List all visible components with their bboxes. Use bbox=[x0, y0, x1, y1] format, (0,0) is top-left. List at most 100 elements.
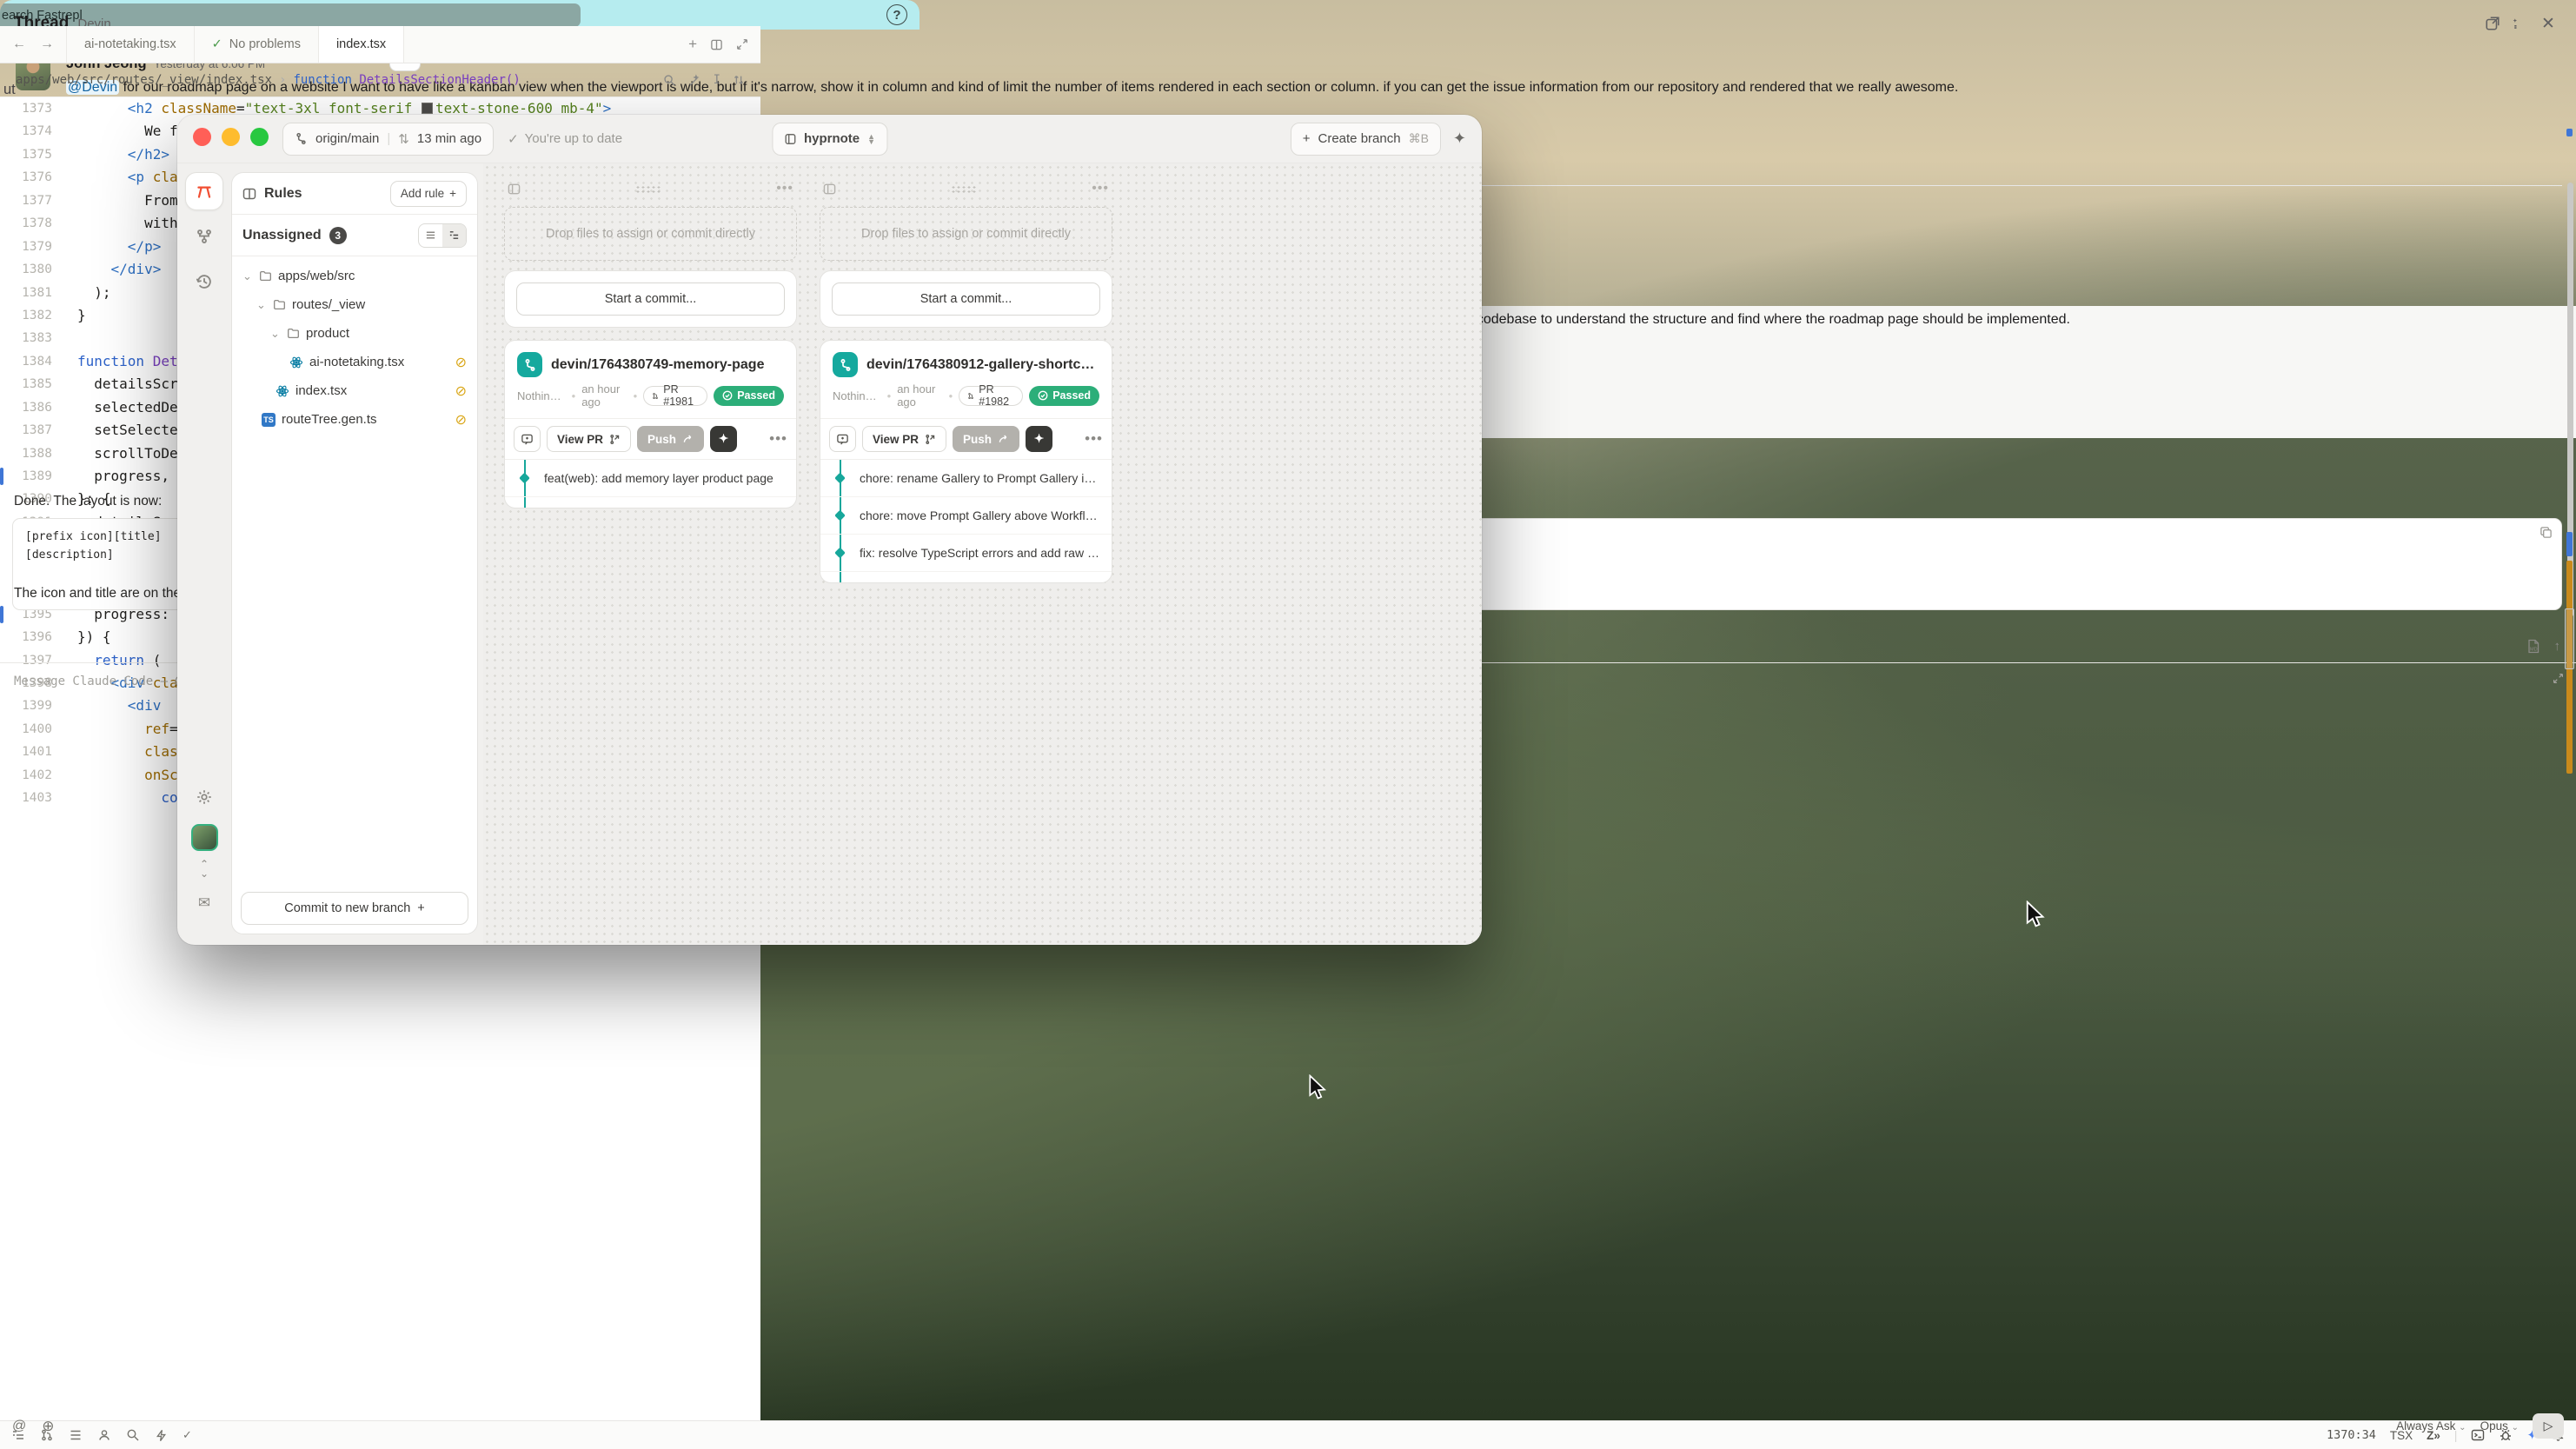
add-rule-button[interactable]: Add rule+ bbox=[390, 181, 467, 207]
view-pr-button[interactable]: View PR bbox=[547, 426, 631, 452]
comment-plus-icon bbox=[521, 433, 534, 446]
tree-view-button[interactable] bbox=[442, 224, 466, 247]
gitbutler-logo-icon bbox=[195, 182, 214, 201]
close-window-button[interactable] bbox=[193, 128, 211, 146]
rail-settings-button[interactable] bbox=[185, 778, 223, 816]
rules-header: Rules Add rule+ bbox=[232, 173, 477, 215]
user-avatar[interactable] bbox=[191, 824, 218, 851]
review-button[interactable] bbox=[514, 426, 541, 452]
tree-folder-row[interactable]: ⌄ apps/web/src bbox=[232, 262, 477, 290]
branch-icon bbox=[295, 132, 308, 145]
collapse-lane-icon[interactable] bbox=[823, 183, 836, 196]
rail-feedback-button[interactable]: ✉ bbox=[185, 884, 223, 922]
drop-zone[interactable]: Drop files to assign or commit directly bbox=[820, 207, 1112, 261]
commit-to-new-branch-button[interactable]: Commit to new branch+ bbox=[241, 892, 468, 925]
branch-card: devin/1764380912-gallery-shortcuts Nothi… bbox=[820, 340, 1112, 583]
commit-row[interactable]: fix: resolve TypeScript errors and add r… bbox=[820, 535, 1112, 572]
start-commit-card: Start a commit... bbox=[504, 270, 797, 328]
modified-status-icon: ⊘ bbox=[455, 411, 467, 429]
typescript-file-icon: TS bbox=[262, 413, 276, 427]
list-view-button[interactable] bbox=[419, 224, 442, 247]
gitbutler-sidebar: Rules Add rule+ Unassigned 3 ⌄ apps/web/… bbox=[231, 172, 478, 934]
branch-name[interactable]: devin/1764380749-memory-page bbox=[551, 357, 764, 373]
tree-folder-row[interactable]: ⌄ product bbox=[232, 319, 477, 348]
branch-icon bbox=[839, 358, 853, 372]
gear-icon bbox=[196, 788, 213, 806]
commit-row[interactable]: chore: move Prompt Gallery above Workflo… bbox=[820, 497, 1112, 535]
commit-list: chore: rename Gallery to Prompt Gallery … bbox=[820, 460, 1112, 582]
project-icon bbox=[784, 133, 796, 145]
branch-time: an hour ago bbox=[897, 382, 942, 409]
start-commit-card: Start a commit... bbox=[820, 270, 1112, 328]
target-branch-label: origin/main bbox=[315, 131, 379, 146]
branch-card: devin/1764380749-memory-page Nothing to … bbox=[504, 340, 797, 508]
lane-menu-button[interactable]: ••• bbox=[1092, 181, 1109, 196]
rail-collapse-chevrons[interactable]: ⌃⌄ bbox=[200, 860, 209, 879]
gitbutler-left-rail: ⌃⌄ ✉ bbox=[177, 163, 231, 945]
push-arrow-icon bbox=[998, 434, 1009, 445]
start-commit-button[interactable]: Start a commit... bbox=[832, 282, 1100, 316]
rail-history-button[interactable] bbox=[185, 263, 223, 301]
create-branch-button[interactable]: + Create branch ⌘B bbox=[1291, 123, 1441, 156]
unassigned-header: Unassigned 3 bbox=[232, 215, 477, 256]
push-button[interactable]: Push bbox=[637, 426, 704, 452]
lane-menu-button[interactable]: ••• bbox=[776, 181, 793, 196]
tree-folder-row[interactable]: ⌄ routes/_view bbox=[232, 290, 477, 319]
rules-icon bbox=[242, 187, 256, 201]
branch-actions: View PR Push ✦ ••• bbox=[505, 418, 796, 460]
file-tree: ⌄ apps/web/src ⌄ routes/_view ⌄ product … bbox=[232, 256, 477, 434]
plus-icon: + bbox=[449, 187, 456, 200]
branch-badge-icon bbox=[517, 352, 542, 377]
sync-icon: ⇅ bbox=[398, 131, 409, 147]
project-switcher[interactable]: hyprnote ▲▼ bbox=[772, 123, 887, 156]
view-pr-button[interactable]: View PR bbox=[862, 426, 946, 452]
ci-passed-badge[interactable]: Passed bbox=[714, 386, 784, 406]
branch-actions: View PR Push ✦ ••• bbox=[820, 418, 1112, 460]
drag-handle[interactable] bbox=[951, 185, 977, 193]
unassigned-count-badge: 3 bbox=[329, 227, 347, 244]
ai-actions-button[interactable]: ✦ bbox=[1026, 426, 1052, 452]
zoom-window-button[interactable] bbox=[250, 128, 269, 146]
rail-workspace-button[interactable] bbox=[185, 172, 223, 210]
branch-status-text: Nothing to ... bbox=[517, 389, 566, 402]
traffic-lights[interactable] bbox=[193, 128, 269, 150]
check-circle-icon bbox=[1038, 390, 1048, 401]
branch-menu-button[interactable]: ••• bbox=[769, 430, 787, 448]
titlebar-right: + Create branch ⌘B ✦ bbox=[1291, 123, 1466, 156]
collapse-lane-icon[interactable] bbox=[508, 183, 521, 196]
gitbutler-window: origin/main | ⇅ 13 min ago ✓ You're up t… bbox=[177, 115, 1482, 945]
modified-status-icon: ⊘ bbox=[455, 382, 467, 400]
review-button[interactable] bbox=[829, 426, 856, 452]
view-toggle[interactable] bbox=[418, 223, 467, 248]
commit-row[interactable]: feat(web): add memory layer product page bbox=[505, 460, 796, 497]
branch-meta: Nothing to ... • an hour ago • PR #1981 … bbox=[505, 381, 796, 418]
push-button[interactable]: Push bbox=[953, 426, 1019, 452]
commit-list: feat(web): add memory layer product page bbox=[505, 460, 796, 508]
ai-sparkle-button[interactable]: ✦ bbox=[1453, 130, 1466, 148]
pr-chip[interactable]: PR #1982 bbox=[959, 386, 1023, 406]
drop-zone[interactable]: Drop files to assign or commit directly bbox=[504, 207, 797, 261]
target-branch-pill[interactable]: origin/main | ⇅ 13 min ago bbox=[282, 123, 494, 156]
branch-meta: Nothing to ... • an hour ago • PR #1982 … bbox=[820, 381, 1112, 418]
chevron-down-icon: ⌄ bbox=[270, 327, 281, 341]
mouse-cursor bbox=[1306, 1074, 1329, 1100]
comment-plus-icon bbox=[836, 433, 849, 446]
lane-toolbar: ••• bbox=[820, 177, 1112, 200]
drag-handle[interactable] bbox=[635, 185, 661, 193]
tree-file-row[interactable]: TS routeTree.gen.ts ⊘ bbox=[232, 405, 477, 434]
branch-menu-button[interactable]: ••• bbox=[1085, 430, 1103, 448]
start-commit-button[interactable]: Start a commit... bbox=[516, 282, 785, 316]
desktop: origin/main | ⇅ 13 min ago ✓ You're up t… bbox=[0, 0, 2576, 1449]
pr-chip[interactable]: PR #1981 bbox=[643, 386, 707, 406]
tree-file-row[interactable]: index.tsx ⊘ bbox=[232, 376, 477, 405]
chevron-updown-icon: ▲▼ bbox=[867, 134, 875, 144]
branch-name[interactable]: devin/1764380912-gallery-shortcuts bbox=[866, 357, 1099, 373]
ai-actions-button[interactable]: ✦ bbox=[710, 426, 737, 452]
commit-row[interactable]: chore: rename Gallery to Prompt Gallery … bbox=[820, 460, 1112, 497]
ci-passed-badge[interactable]: Passed bbox=[1029, 386, 1099, 406]
folder-icon bbox=[273, 298, 286, 311]
tree-file-row[interactable]: ai-notetaking.tsx ⊘ bbox=[232, 348, 477, 376]
project-name: hyprnote bbox=[804, 131, 860, 146]
minimize-window-button[interactable] bbox=[222, 128, 240, 146]
rail-branches-button[interactable] bbox=[185, 217, 223, 256]
